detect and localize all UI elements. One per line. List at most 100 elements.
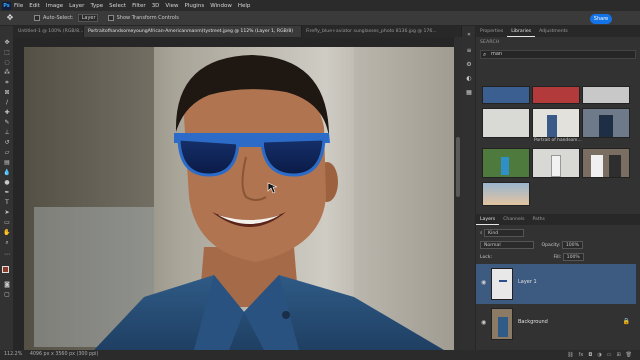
mask-icon[interactable]: ◘ bbox=[588, 352, 592, 358]
library-thumb[interactable] bbox=[532, 148, 580, 178]
opacity-label: Opacity: bbox=[541, 243, 561, 248]
fill-input[interactable]: 100% bbox=[562, 253, 584, 261]
library-thumb[interactable] bbox=[482, 182, 530, 206]
canvas-area[interactable] bbox=[14, 37, 462, 350]
crop-icon[interactable]: ⌗ bbox=[3, 80, 11, 86]
link-icon[interactable]: ⛓ bbox=[567, 352, 573, 358]
color-icon[interactable]: ◐ bbox=[465, 76, 473, 82]
visibility-eye-icon[interactable]: ◉ bbox=[481, 319, 486, 326]
tab-layers[interactable]: Layers bbox=[476, 214, 500, 225]
frame-icon[interactable]: ⊠ bbox=[3, 90, 11, 96]
magic-wand-icon[interactable]: ⁂ bbox=[3, 70, 11, 76]
kind-dropdown[interactable]: Kind bbox=[484, 229, 525, 237]
pen-icon[interactable]: ✒ bbox=[3, 190, 11, 196]
menu-view[interactable]: View bbox=[165, 3, 178, 9]
swatches-icon[interactable]: ▦ bbox=[465, 90, 473, 96]
lock-row: Lock: Fill: 100% bbox=[476, 253, 640, 261]
menu-plugins[interactable]: Plugins bbox=[184, 3, 204, 9]
portrait-illustration bbox=[24, 47, 455, 350]
vertical-scrollbar[interactable] bbox=[454, 37, 462, 350]
edit-toolbar-icon[interactable]: ⋯ bbox=[3, 252, 11, 258]
library-thumb[interactable] bbox=[482, 148, 530, 178]
library-thumb[interactable] bbox=[482, 86, 530, 104]
library-thumb[interactable] bbox=[482, 108, 530, 138]
path-select-icon[interactable]: ➤ bbox=[3, 210, 11, 216]
photoshop-logo: Ps bbox=[2, 1, 11, 10]
blend-mode-dropdown[interactable]: Normal bbox=[480, 241, 534, 249]
fx-icon[interactable]: fx bbox=[579, 352, 584, 358]
lock-icon: 🔒 bbox=[622, 318, 630, 325]
menu-filter[interactable]: Filter bbox=[132, 3, 146, 9]
zoom-icon[interactable]: ⌕ bbox=[3, 240, 11, 246]
hand-icon[interactable]: ✋ bbox=[3, 230, 11, 236]
history-icon[interactable]: ≡ bbox=[465, 48, 473, 54]
menu-edit[interactable]: Edit bbox=[29, 3, 40, 9]
menu-select[interactable]: Select bbox=[109, 3, 126, 9]
library-thumb[interactable] bbox=[532, 86, 580, 104]
lasso-icon[interactable]: ◌ bbox=[3, 60, 11, 66]
adjustment-icon[interactable]: ◑ bbox=[597, 352, 601, 358]
menu-window[interactable]: Window bbox=[210, 3, 232, 9]
history-brush-icon[interactable]: ↺ bbox=[3, 140, 11, 146]
tab-portrait[interactable]: PortraitofhandsomeyoungAfrican-Americanm… bbox=[84, 26, 302, 37]
menu-image[interactable]: Image bbox=[46, 3, 63, 9]
move-icon[interactable]: ✥ bbox=[3, 40, 11, 46]
doc-size: 4096 px x 3560 px (300 ppi) bbox=[29, 352, 99, 357]
transform-controls-checkbox[interactable] bbox=[107, 15, 114, 21]
properties-icon[interactable]: ⚙ bbox=[465, 62, 473, 68]
eyedropper-icon[interactable]: ∕ bbox=[3, 100, 11, 106]
tab-libraries[interactable]: Libraries bbox=[507, 26, 536, 37]
new-layer-icon[interactable]: ⊞ bbox=[616, 352, 620, 358]
tab-firefly[interactable]: Firefly_blue+aviator sunglasses_photo 81… bbox=[302, 26, 462, 37]
layers-tabs: Layers Channels Paths bbox=[476, 214, 640, 225]
tab-channels[interactable]: Channels bbox=[499, 214, 528, 225]
folder-icon[interactable]: ▭ bbox=[607, 352, 612, 358]
library-thumb[interactable] bbox=[532, 108, 580, 138]
brush-icon[interactable]: ✎ bbox=[3, 120, 11, 126]
quick-mask-icon[interactable]: ◙ bbox=[3, 282, 11, 288]
panel-tabs: Properties Libraries Adjustments bbox=[476, 26, 640, 37]
screen-mode-icon[interactable]: ▢ bbox=[3, 292, 11, 298]
dodge-icon[interactable]: ● bbox=[3, 180, 11, 186]
type-icon[interactable]: T bbox=[3, 200, 11, 206]
library-thumb[interactable] bbox=[582, 86, 630, 104]
auto-select-checkbox[interactable] bbox=[34, 15, 40, 21]
tab-properties[interactable]: Properties bbox=[476, 26, 507, 37]
menu-bar: Ps File Edit Image Layer Type Select Fil… bbox=[0, 0, 640, 11]
stamp-icon[interactable]: ⊥ bbox=[3, 130, 11, 136]
tab-adjustments[interactable]: Adjustments bbox=[535, 26, 572, 37]
share-button[interactable]: Share bbox=[590, 14, 612, 24]
search-value: man bbox=[491, 51, 503, 57]
visibility-eye-icon[interactable]: ◉ bbox=[481, 279, 486, 286]
library-thumb[interactable] bbox=[582, 148, 630, 178]
tab-paths[interactable]: Paths bbox=[528, 214, 549, 225]
gradient-icon[interactable]: ▤ bbox=[3, 160, 11, 166]
menu-3d[interactable]: 3D bbox=[152, 3, 160, 9]
layer-thumbnail bbox=[491, 308, 513, 340]
shape-icon[interactable]: ▭ bbox=[3, 220, 11, 226]
layer-row-background[interactable]: ◉ Background 🔒 bbox=[476, 304, 636, 344]
foreground-color-swatch[interactable] bbox=[2, 266, 9, 273]
eraser-icon[interactable]: ▱ bbox=[3, 150, 11, 156]
scrollbar-thumb[interactable] bbox=[456, 137, 460, 197]
library-thumb[interactable] bbox=[582, 108, 630, 138]
tab-untitled[interactable]: Untitled-1 @ 100% (RGB/8... bbox=[14, 26, 84, 37]
layer-row-layer1[interactable]: ◉ Layer 1 bbox=[476, 264, 636, 304]
marquee-icon[interactable]: ⬚ bbox=[3, 50, 11, 56]
document-photo[interactable] bbox=[24, 47, 455, 350]
layer-name: Background bbox=[518, 319, 548, 325]
collapse-icon[interactable]: « bbox=[465, 32, 473, 38]
zoom-level[interactable]: 112.2% bbox=[4, 352, 22, 357]
blur-icon[interactable]: 💧 bbox=[3, 170, 11, 176]
document-tabs: Untitled-1 @ 100% (RGB/8... Portraitofha… bbox=[14, 26, 462, 37]
menu-type[interactable]: Type bbox=[90, 3, 103, 9]
move-tool-icon[interactable]: ✥ bbox=[4, 13, 16, 23]
menu-layer[interactable]: Layer bbox=[69, 3, 84, 9]
opacity-input[interactable]: 100% bbox=[561, 241, 583, 249]
healing-icon[interactable]: ✚ bbox=[3, 110, 11, 116]
auto-select-dropdown[interactable]: Layer bbox=[77, 14, 98, 22]
delete-icon[interactable]: 🗑 bbox=[626, 352, 632, 358]
menu-file[interactable]: File bbox=[14, 3, 23, 9]
menu-help[interactable]: Help bbox=[238, 3, 251, 9]
library-search-input[interactable]: ⌕ man bbox=[480, 50, 636, 59]
